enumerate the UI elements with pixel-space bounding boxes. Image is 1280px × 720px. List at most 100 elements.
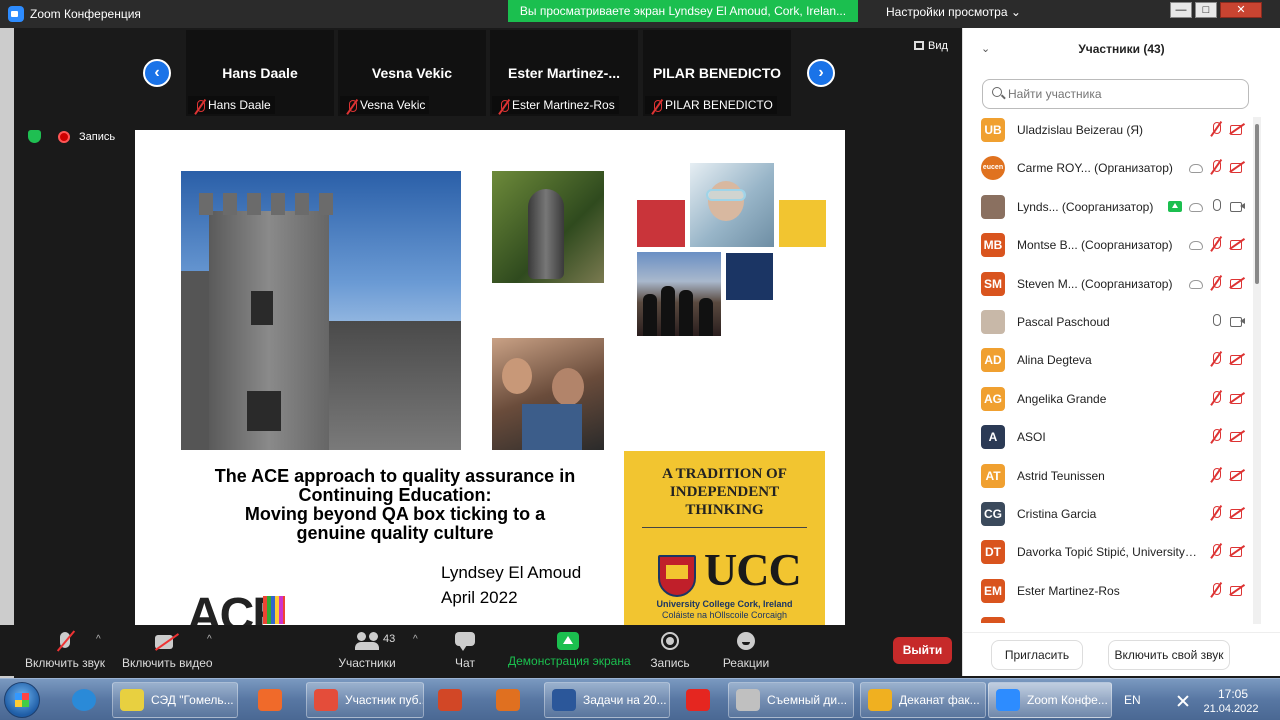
title-line: genuine quality culture <box>296 523 494 543</box>
ucc-brand: UCC <box>704 544 802 595</box>
navy-square <box>726 253 773 300</box>
participant-name: Ester Martinez-Ros <box>1017 583 1120 598</box>
graduate-figure <box>643 294 657 336</box>
share-icon <box>1168 200 1182 212</box>
audio-options-caret-icon[interactable]: ^ <box>96 634 101 645</box>
participant-row[interactable]: AG Angelika Grande <box>963 380 1253 418</box>
scrollbar-thumb[interactable] <box>1255 124 1259 284</box>
clock-date[interactable]: 21.04.2022 <box>1200 703 1262 715</box>
internet-explorer-pin[interactable] <box>62 682 106 718</box>
taskbar-window-button[interactable]: Задачи на 20... <box>544 682 670 718</box>
red-square <box>637 200 685 247</box>
participant-row[interactable] <box>963 610 1253 623</box>
mic-off-icon <box>649 99 662 112</box>
video-tile[interactable]: PILAR BENEDICTO PILAR BENEDICTO <box>643 30 791 116</box>
participant-row[interactable]: SM Steven M... (Соорганизатор) <box>963 265 1253 303</box>
app-icon <box>996 689 1020 711</box>
ucc-tagline: A TRADITION OF INDEPENDENT THINKING <box>624 465 825 519</box>
minimize-button[interactable]: — <box>1170 2 1192 18</box>
mic-on-icon <box>1208 198 1224 214</box>
reactions-button[interactable]: Реакции <box>720 628 772 674</box>
tile-name: Hans Daale <box>222 65 298 81</box>
video-on-icon <box>1229 198 1245 214</box>
statue-figure <box>528 189 564 279</box>
participant-row[interactable]: MB Montse B... (Соорганизатор) <box>963 226 1253 264</box>
next-page-button[interactable]: › <box>807 59 835 87</box>
participant-status-icons <box>1203 467 1245 485</box>
microphone-off-icon <box>53 632 77 652</box>
castle-window <box>247 391 281 431</box>
tile-label-text: Ester Martinez-Ros <box>512 98 615 112</box>
participant-name: Steven M... (Соорганизатор) <box>1017 276 1173 291</box>
participants-panel: ⌄ Участники (43) UB Uladzislau Beizerau (… <box>962 28 1280 632</box>
share-screen-button[interactable]: Демонстрация экрана <box>508 628 631 674</box>
maximize-button[interactable]: □ <box>1195 2 1217 18</box>
avatar: eucen <box>981 156 1005 181</box>
close-window-button[interactable]: ✕ <box>1220 2 1262 18</box>
record-button[interactable]: Запись <box>648 628 692 674</box>
mic-off-icon <box>344 99 357 112</box>
video-tile[interactable]: Vesna Vekic Vesna Vekic <box>338 30 486 116</box>
participant-status-icons <box>1203 543 1245 561</box>
participant-row[interactable]: AT Astrid Teunissen <box>963 457 1253 495</box>
mic-off-icon <box>1208 275 1224 291</box>
taskbar-window-button[interactable]: Деканат фак... <box>860 682 986 718</box>
participant-row[interactable]: Lynds... (Соорганизатор) <box>963 188 1253 226</box>
mic-off-icon <box>1208 543 1224 559</box>
participant-row[interactable]: UB Uladzislau Beizerau (Я) <box>963 111 1253 149</box>
participant-name: Pascal Paschoud <box>1017 314 1110 329</box>
action-center-icon[interactable] <box>1176 695 1188 707</box>
video-tile[interactable]: Ester Martinez-... Ester Martinez-Ros <box>490 30 638 116</box>
avatar: MB <box>981 233 1005 258</box>
taskbar-pinned-app[interactable] <box>248 682 292 718</box>
participant-row[interactable]: EM Ester Martinez-Ros <box>963 572 1253 610</box>
participant-row[interactable]: AD Alina Degteva <box>963 341 1253 379</box>
taskbar-pinned-app[interactable] <box>428 682 472 718</box>
view-button[interactable]: Вид <box>914 40 948 52</box>
participant-row[interactable]: A ASOI <box>963 418 1253 456</box>
student-body <box>522 404 582 450</box>
taskbar-window-label: Деканат фак... <box>899 693 980 707</box>
participant-name: Montse B... (Соорганизатор) <box>1017 238 1173 253</box>
record-dot-icon <box>58 131 70 143</box>
app-icon <box>258 689 282 711</box>
avatar: AG <box>981 386 1005 411</box>
video-options-caret-icon[interactable]: ^ <box>207 634 212 645</box>
taskbar-window-button[interactable]: Участник пуб... <box>306 682 424 718</box>
video-off-icon <box>1229 390 1245 406</box>
app-icon <box>496 689 520 711</box>
taskbar-window-button[interactable]: Съемный ди... <box>728 682 854 718</box>
leave-meeting-button[interactable]: Выйти <box>893 637 952 664</box>
tile-label: Ester Martinez-Ros <box>492 96 619 114</box>
taskbar-pinned-app[interactable] <box>676 682 720 718</box>
meeting-toolbar: Включить звук ^ Включить видео ^ Участни… <box>0 625 962 676</box>
chat-button[interactable]: Чат <box>446 628 484 674</box>
graduate-figure <box>699 298 713 336</box>
avatar <box>981 617 1005 623</box>
start-video-button[interactable]: Включить видео <box>122 628 213 674</box>
participant-row[interactable]: CG Cristina Garcia <box>963 495 1253 533</box>
clock-time[interactable]: 17:05 <box>1204 687 1262 701</box>
windows-taskbar: СЭД "Гомель... Участник пуб... Задачи на 2… <box>0 678 1280 720</box>
taskbar-window-button[interactable]: СЭД "Гомель... <box>112 682 238 718</box>
start-button[interactable] <box>4 682 40 718</box>
video-tile[interactable]: Hans Daale Hans Daale <box>186 30 334 116</box>
invite-button[interactable]: Пригласить <box>991 640 1083 670</box>
tile-label-text: Hans Daale <box>208 98 271 112</box>
app-icon <box>868 689 892 711</box>
taskbar-pinned-app[interactable] <box>486 682 530 718</box>
participant-search-input[interactable] <box>982 79 1249 109</box>
zoom-window: Zoom Конференция Вы просматриваете экран… <box>0 0 1280 720</box>
recording-indicator[interactable]: Запись <box>22 128 120 146</box>
taskbar-window-button[interactable]: Zoom Конфе... <box>988 682 1112 718</box>
language-indicator[interactable]: EN <box>1124 693 1141 707</box>
participant-row[interactable]: Pascal Paschoud <box>963 303 1253 341</box>
view-settings-menu[interactable]: Настройки просмотра ⌄ <box>886 5 1021 19</box>
unmute-self-button[interactable]: Включить свой звук <box>1108 640 1230 670</box>
participant-status-icons <box>1203 505 1245 523</box>
previous-page-button[interactable]: ‹ <box>143 59 171 87</box>
avatar: DT <box>981 540 1005 565</box>
participants-options-caret-icon[interactable]: ^ <box>413 634 418 645</box>
participant-row[interactable]: eucen Carme ROY... (Организатор) <box>963 149 1253 187</box>
participant-row[interactable]: DT Davorka Topić Stipić, University ... <box>963 533 1253 571</box>
